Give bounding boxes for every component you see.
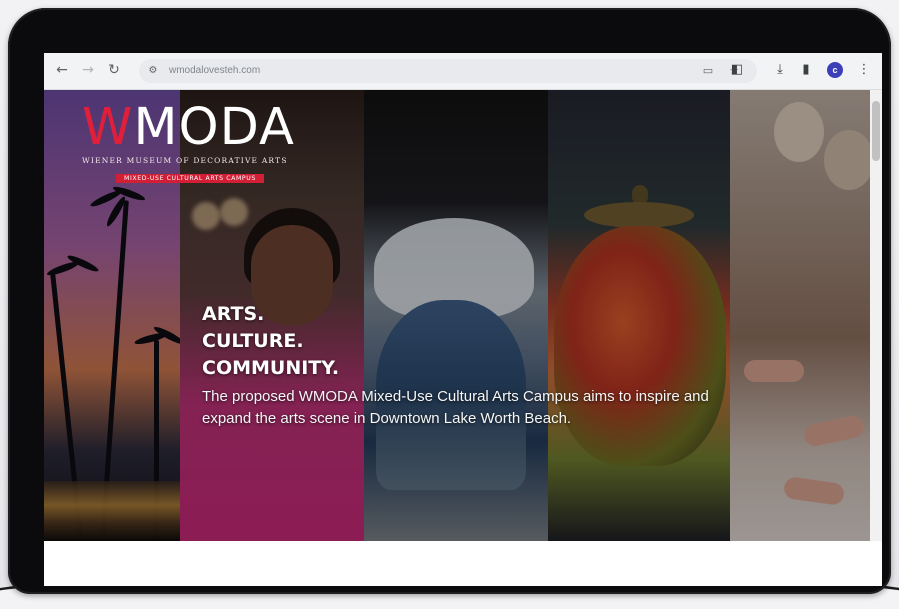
scrollbar-thumb[interactable] xyxy=(872,101,880,161)
headline-line: ARTS. xyxy=(202,303,265,325)
hero-headline: ARTS. CULTURE. COMMUNITY. xyxy=(202,301,339,382)
headline-line: COMMUNITY. xyxy=(202,357,340,379)
forward-icon[interactable]: → xyxy=(78,60,98,80)
laptop-bezel: ← → ↻ ⚙ wmodalovesteh.com ▭ ☆ ◧ ⤓ ▮ c ⋮ xyxy=(8,8,891,594)
hero-tagline: The proposed WMODA Mixed-Use Cultural Ar… xyxy=(202,388,709,427)
cast-icon[interactable]: ▭ xyxy=(699,62,717,80)
kebab-menu-icon[interactable]: ⋮ xyxy=(854,60,874,80)
photo-stage: ← → ↻ ⚙ wmodalovesteh.com ▭ ☆ ◧ ⤓ ▮ c ⋮ xyxy=(0,0,899,609)
extensions-puzzle-icon[interactable]: ◧ xyxy=(727,60,747,80)
browser-toolbar: ← → ↻ ⚙ wmodalovesteh.com ▭ ☆ ◧ ⤓ ▮ c ⋮ xyxy=(44,53,882,90)
logo-wordmark: WMODA xyxy=(82,98,295,157)
browser-window: ← → ↻ ⚙ wmodalovesteh.com ▭ ☆ ◧ ⤓ ▮ c ⋮ xyxy=(44,53,882,586)
side-panel-icon[interactable]: ▮ xyxy=(796,60,816,80)
address-bar[interactable]: ⚙ wmodalovesteh.com ▭ ☆ xyxy=(139,59,757,83)
page-below-fold xyxy=(44,541,882,586)
site-settings-icon[interactable]: ⚙ xyxy=(144,62,162,80)
url-text[interactable]: wmodalovesteh.com xyxy=(169,63,260,79)
logo-banner: MIXED-USE CULTURAL ARTS CAMPUS xyxy=(116,174,264,183)
reload-icon[interactable]: ↻ xyxy=(104,60,124,80)
hero-banner: WMODA WIENER MUSEUM OF DECORATIVE ARTS M… xyxy=(44,90,870,541)
headline-line: CULTURE. xyxy=(202,330,304,352)
logo-subtitle: WIENER MUSEUM OF DECORATIVE ARTS xyxy=(82,156,288,165)
back-icon[interactable]: ← xyxy=(52,60,72,80)
download-icon[interactable]: ⤓ xyxy=(770,60,790,80)
wmoda-logo[interactable]: WMODA WIENER MUSEUM OF DECORATIVE ARTS M… xyxy=(82,102,362,184)
profile-avatar[interactable]: c xyxy=(827,62,843,78)
